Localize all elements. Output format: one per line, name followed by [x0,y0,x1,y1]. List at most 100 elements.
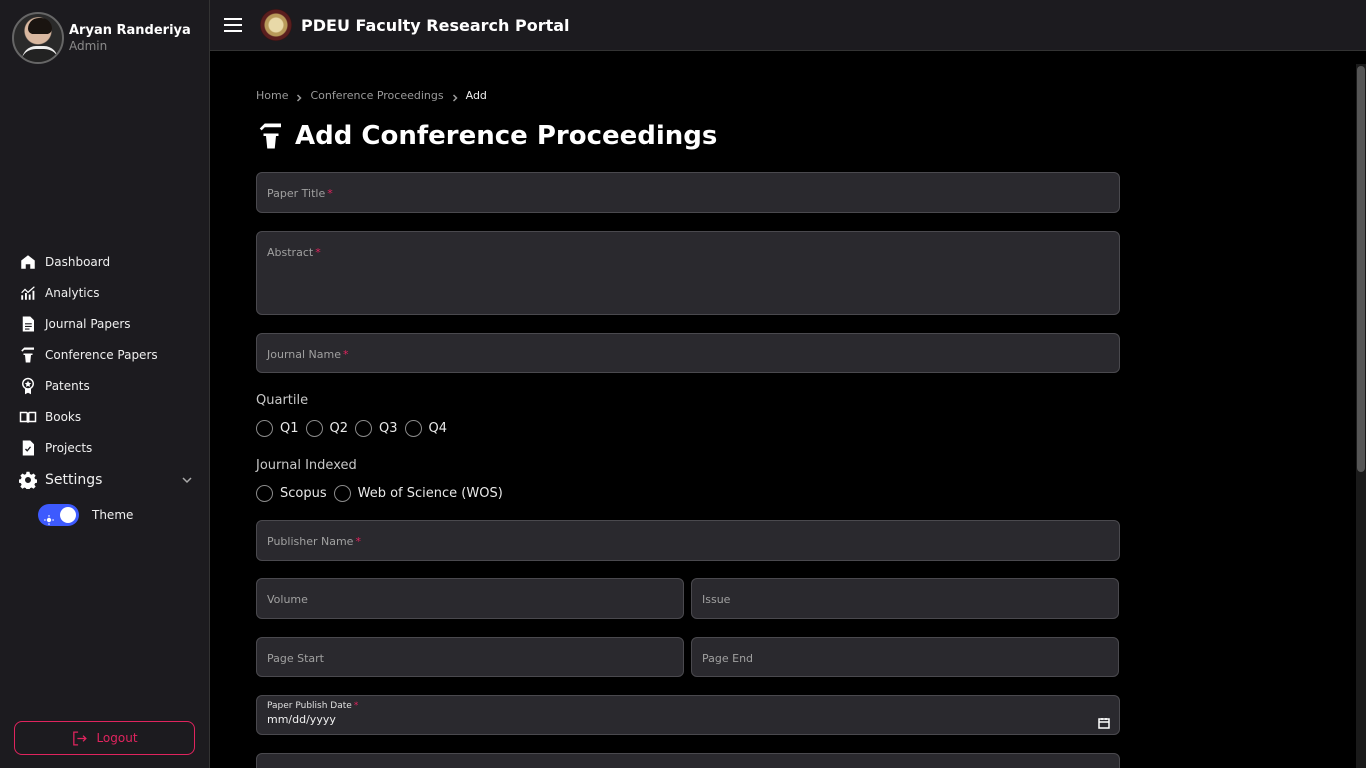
quartile-option-q2[interactable]: Q2 [305,420,349,437]
sidebar-item-label: Settings [45,472,103,488]
calendar-icon[interactable] [1098,714,1110,729]
toggle-knob [60,507,76,523]
book-icon [18,407,37,426]
breadcrumb: Home Conference Proceedings Add [256,89,487,102]
avatar [12,12,64,64]
required-mark: * [353,701,359,711]
journal-indexed-radio-group: Scopus Web of Science (WOS) [256,485,510,502]
sidebar-item-projects[interactable]: Projects [18,432,193,463]
abstract-label: Abstract [267,246,314,259]
publish-date-label: Paper Publish Date * [267,701,1109,711]
journal-indexed-label: Journal Indexed [256,458,357,473]
chevron-right-icon [295,92,303,102]
paper-title-label: Paper Title [267,187,326,200]
publish-date-label-text: Paper Publish Date [267,701,352,711]
theme-label: Theme [92,508,134,522]
top-app-bar: PDEU Faculty Research Portal [210,0,1366,51]
page-scrollbar[interactable] [1356,64,1366,768]
chevron-right-icon [451,92,459,102]
breadcrumb-home[interactable]: Home [256,89,288,102]
analytics-icon [18,283,37,302]
issue-label: Issue [702,593,731,606]
paper-title-field[interactable]: Paper Title * [256,172,1120,213]
radio-button[interactable] [256,420,273,437]
sidebar-item-patents[interactable]: Patents [18,370,193,401]
required-mark: * [327,187,333,200]
sidebar-item-analytics[interactable]: Analytics [18,277,193,308]
radio-button[interactable] [355,420,373,437]
home-icon [18,252,37,271]
award-icon [18,376,37,395]
required-mark: * [315,246,321,259]
sun-icon [44,510,54,525]
quartile-option-q3[interactable]: Q3 [355,420,398,437]
radio-label: Q2 [329,421,349,436]
publish-date-value: mm/dd/yyyy [267,713,336,726]
theme-toggle[interactable] [38,504,79,526]
app-title: PDEU Faculty Research Portal [301,15,570,35]
page-start-field[interactable]: Page Start [256,637,684,677]
sidebar-item-label: Books [45,409,82,424]
sidebar-item-label: Patents [45,378,90,393]
podium-icon [259,123,281,149]
theme-row: Theme [38,504,133,526]
publisher-name-field[interactable]: Publisher Name * [256,520,1120,561]
radio-button[interactable] [256,485,273,502]
page-start-label: Page Start [267,652,324,665]
sidebar: Aryan Randeriya Admin Dashboard Analytic… [0,0,210,768]
journal-name-field[interactable]: Journal Name * [256,333,1120,373]
breadcrumb-current: Add [465,89,487,102]
user-profile[interactable]: Aryan Randeriya Admin [12,12,191,64]
volume-label: Volume [267,593,308,606]
quartile-option-q4[interactable]: Q4 [404,420,447,437]
sidebar-item-journal-papers[interactable]: Journal Papers [18,308,193,339]
logout-button[interactable]: Logout [14,721,195,755]
chevron-down-icon [181,474,193,486]
required-mark: * [355,535,361,548]
radio-button[interactable] [305,420,323,437]
quartile-radio-group: Q1 Q2 Q3 Q4 [256,420,454,437]
radio-button[interactable] [333,485,351,502]
sidebar-nav: Dashboard Analytics Journal Papers Confe… [18,246,193,497]
radio-button[interactable] [404,420,422,437]
page-end-field[interactable]: Page End [691,637,1119,677]
logout-icon [73,730,88,746]
indexed-option-wos[interactable]: Web of Science (WOS) [333,485,503,502]
indexed-option-scopus[interactable]: Scopus [256,485,327,502]
logout-label: Logout [96,731,138,745]
menu-icon[interactable] [224,18,242,32]
quartile-option-q1[interactable]: Q1 [256,420,299,437]
university-logo [260,9,292,41]
sidebar-item-label: Analytics [45,285,100,300]
page-end-label: Page End [702,652,754,665]
page-title: Add Conference Proceedings [256,121,717,151]
sidebar-item-books[interactable]: Books [18,401,193,432]
issue-field[interactable]: Issue [691,578,1119,619]
radio-label: Scopus [280,486,327,501]
next-form-field[interactable] [256,753,1120,768]
sidebar-item-label: Projects [45,440,93,455]
sidebar-item-label: Dashboard [45,254,111,269]
gear-icon [18,471,37,490]
sidebar-item-conference-papers[interactable]: Conference Papers [18,339,193,370]
volume-field[interactable]: Volume [256,578,684,619]
required-mark: * [343,348,349,361]
scrollbar-thumb[interactable] [1357,66,1365,472]
project-icon [18,438,37,457]
sidebar-item-dashboard[interactable]: Dashboard [18,246,193,277]
breadcrumb-section[interactable]: Conference Proceedings [310,89,443,102]
publisher-name-label: Publisher Name [267,535,354,548]
radio-label: Q1 [280,421,299,436]
page-heading: Add Conference Proceedings [295,121,718,151]
abstract-field[interactable]: Abstract * [256,231,1120,315]
sidebar-item-label: Journal Papers [45,316,131,331]
user-name: Aryan Randeriya [69,23,191,38]
radio-label: Q3 [379,421,398,436]
quartile-label: Quartile [256,393,309,408]
radio-label: Web of Science (WOS) [357,486,503,501]
podium-icon [18,345,37,364]
publish-date-field[interactable]: Paper Publish Date * mm/dd/yyyy [256,695,1120,735]
user-role: Admin [69,39,108,53]
sidebar-item-label: Conference Papers [45,347,158,362]
sidebar-item-settings[interactable]: Settings [18,463,193,497]
